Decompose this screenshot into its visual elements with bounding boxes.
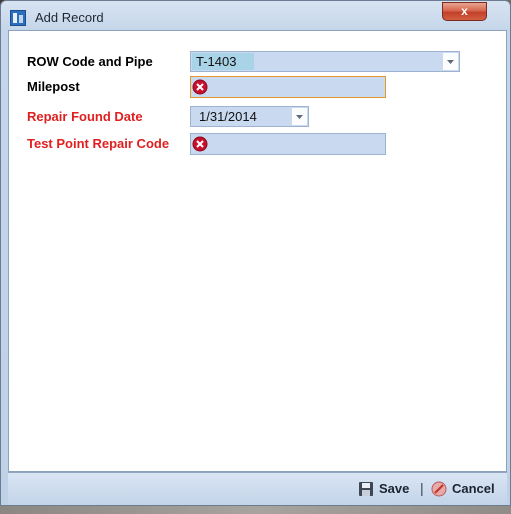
title-bar[interactable]: Add Record x: [1, 1, 510, 31]
cancel-circle-icon: [431, 481, 447, 497]
row-code-value: T-1403: [196, 54, 237, 69]
error-icon: [192, 136, 208, 152]
close-button[interactable]: x: [442, 2, 487, 21]
desktop-background-bottom: [0, 505, 511, 514]
error-icon: [192, 79, 208, 95]
chevron-down-icon: [296, 115, 303, 119]
save-label: Save: [379, 481, 410, 496]
app-icon: [10, 10, 26, 26]
repair-found-date-value: 1/31/2014: [199, 109, 257, 124]
milepost-row: Milepost: [9, 76, 506, 98]
button-separator: |: [420, 480, 424, 496]
date-dropdown-button[interactable]: [291, 108, 307, 125]
floppy-disk-icon: [359, 482, 373, 496]
test-point-repair-code-input[interactable]: [190, 133, 386, 155]
row-code-label: ROW Code and Pipe: [27, 54, 153, 69]
repair-found-date-picker[interactable]: 1/31/2014: [190, 106, 309, 127]
milepost-input[interactable]: [190, 76, 386, 98]
test-point-repair-code-row: Test Point Repair Code: [9, 133, 506, 155]
row-code-dropdown-button[interactable]: [442, 53, 458, 70]
close-icon: x: [461, 4, 468, 18]
form-panel: ROW Code and Pipe T-1403 Milepost Repair…: [8, 30, 507, 472]
dialog-footer: Save | Cancel: [8, 472, 507, 505]
chevron-down-icon: [447, 60, 454, 64]
row-code-combobox[interactable]: T-1403: [190, 51, 460, 72]
window-title: Add Record: [35, 10, 104, 25]
cancel-label: Cancel: [452, 481, 495, 496]
test-point-repair-code-label: Test Point Repair Code: [27, 136, 170, 151]
row-code-row: ROW Code and Pipe T-1403: [9, 51, 506, 73]
repair-found-date-label: Repair Found Date: [27, 109, 143, 124]
repair-found-date-row: Repair Found Date 1/31/2014: [9, 106, 506, 128]
milepost-label: Milepost: [27, 79, 80, 94]
